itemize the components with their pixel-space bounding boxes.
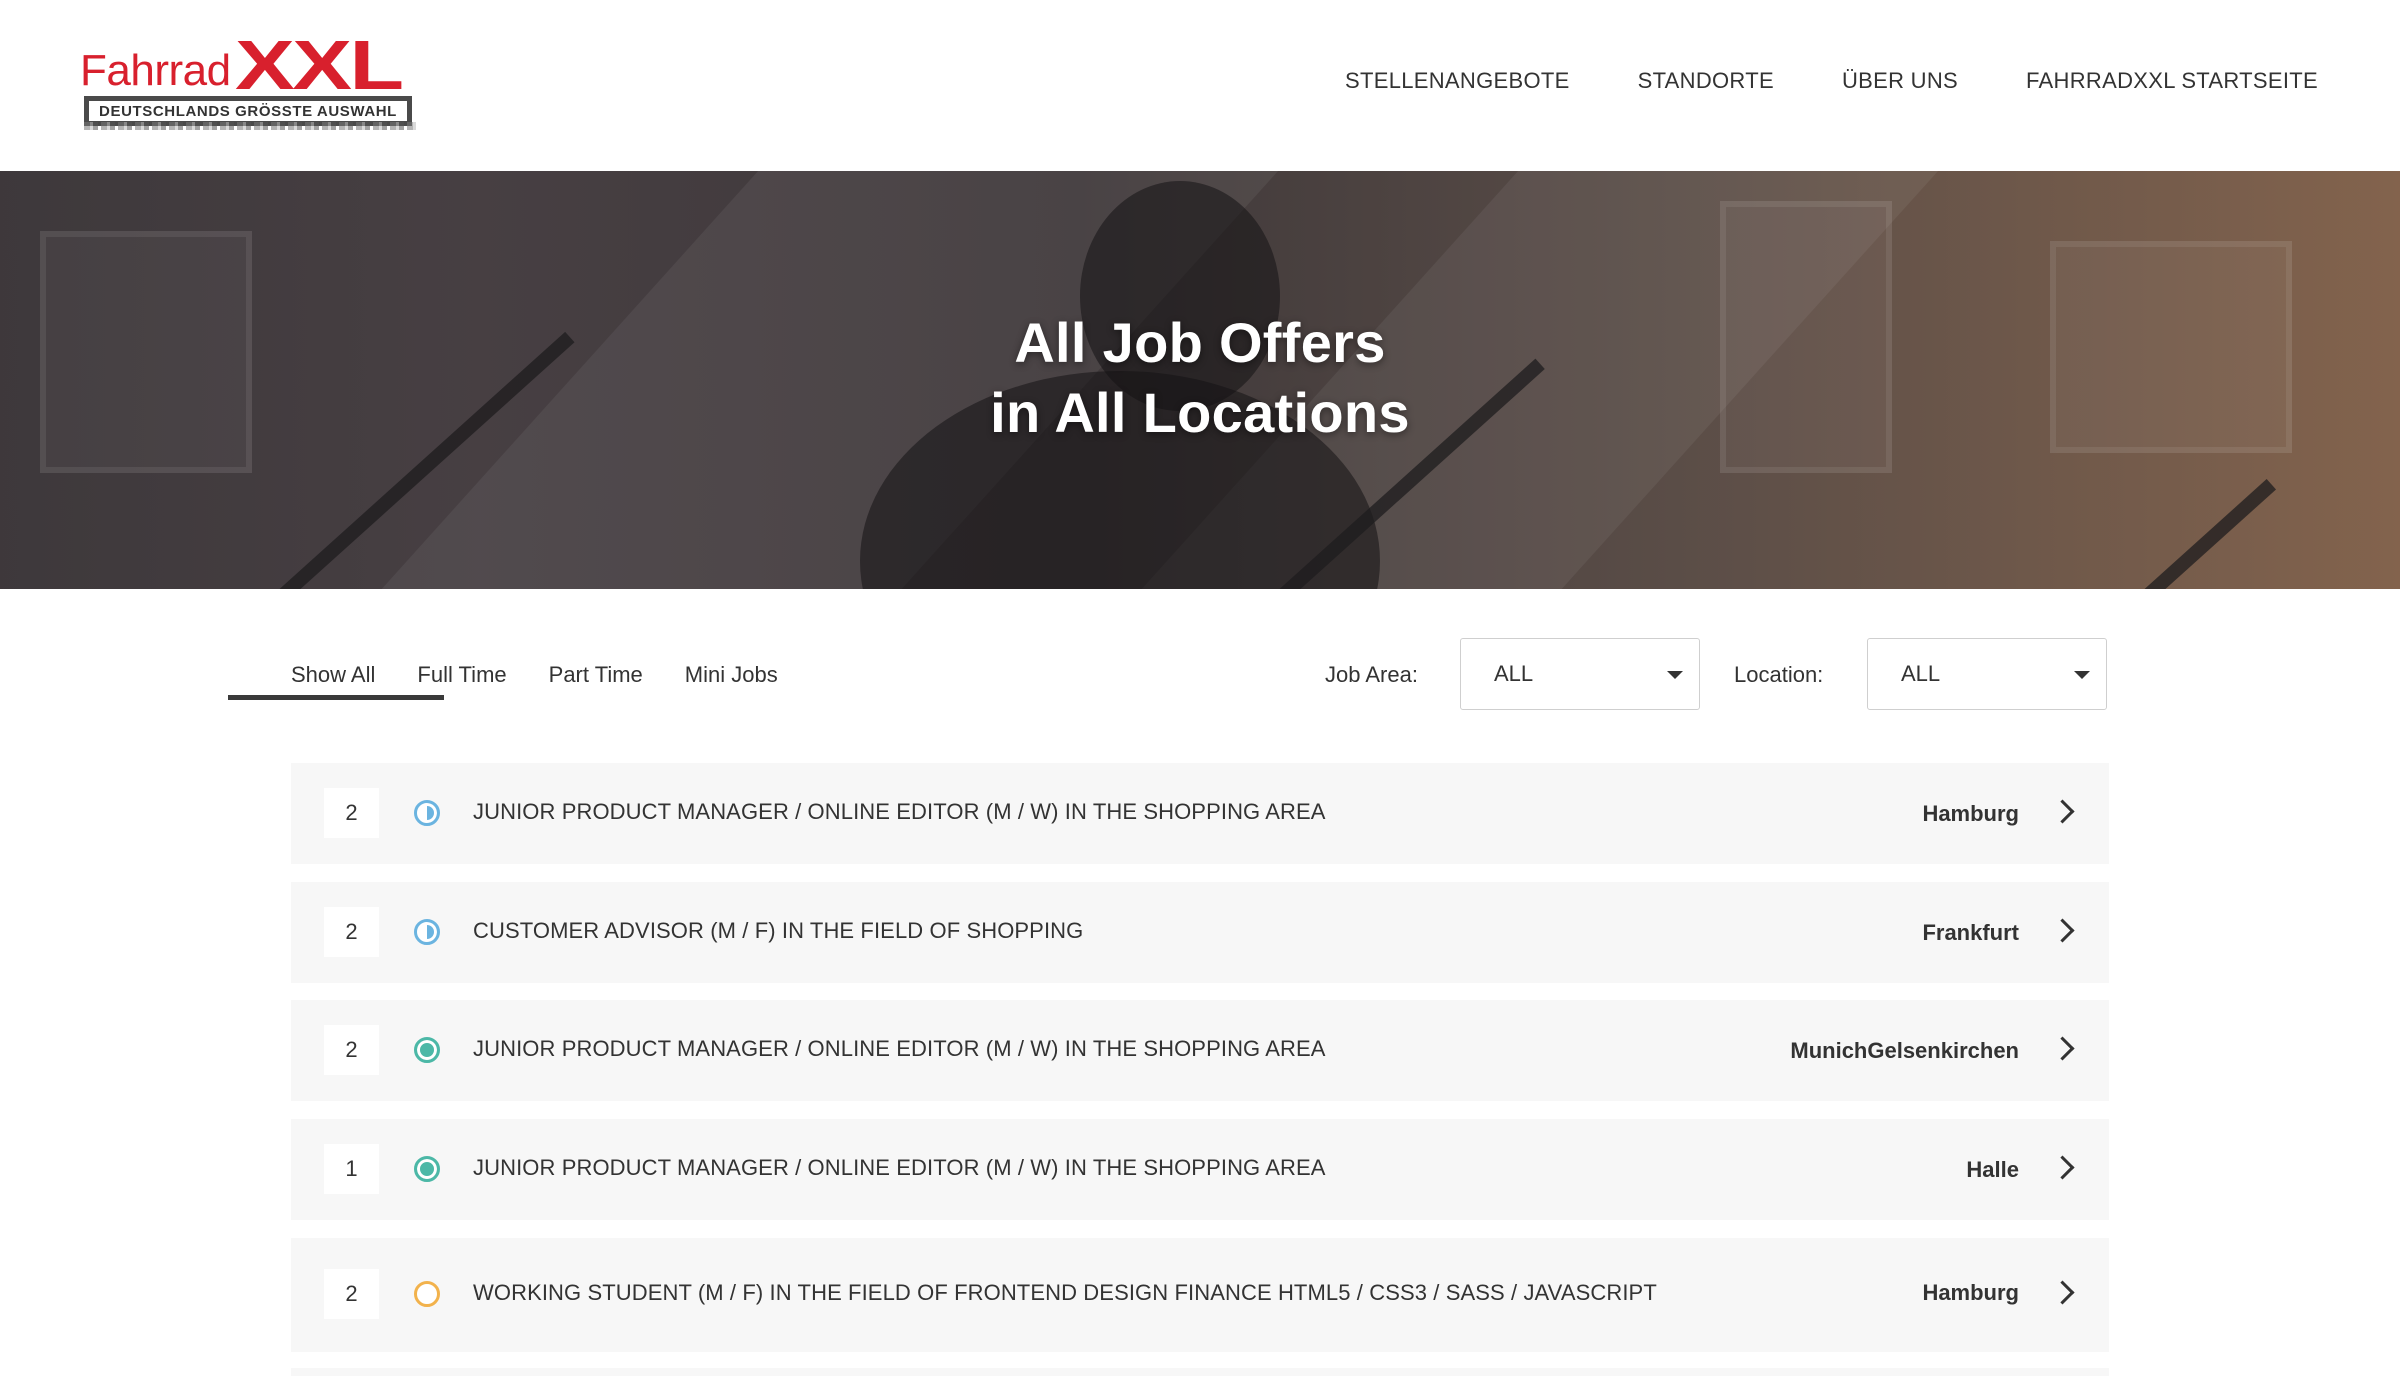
job-location: Frankfurt — [1922, 920, 2019, 945]
job-title: WORKING STUDENT (M / F) IN THE FIELD OF … — [473, 1280, 1657, 1305]
job-openings-count: 2 — [324, 907, 379, 957]
main-nav: STELLENANGEBOTE STANDORTE ÜBER UNS FAHRR… — [1345, 68, 2318, 94]
hero-title: All Job Offers in All Locations — [0, 308, 2400, 448]
logo-wordmark: FahrradXXL — [80, 26, 404, 100]
job-list-item[interactable]: 2 WORKING STUDENT (M / F) IN THE FIELD O… — [291, 1238, 2109, 1352]
logo-mark: XXL — [234, 26, 404, 104]
job-openings-count: 1 — [324, 1144, 379, 1194]
active-tab-underline — [228, 695, 444, 700]
half-circle-icon — [414, 919, 440, 945]
job-openings-count: 2 — [324, 1269, 379, 1319]
nav-item-standorte[interactable]: STANDORTE — [1638, 68, 1774, 94]
chevron-right-icon — [2050, 799, 2075, 824]
job-area-label: Job Area: — [1325, 662, 1418, 687]
job-title: CUSTOMER ADVISOR (M / F) IN THE FIELD OF… — [473, 918, 1084, 943]
job-list-item[interactable]: 1 JUNIOR PRODUCT MANAGER / ONLINE EDITOR… — [291, 1119, 2109, 1220]
job-title: JUNIOR PRODUCT MANAGER / ONLINE EDITOR (… — [473, 1155, 1326, 1180]
caret-down-icon — [2074, 671, 2090, 679]
tab-part-time[interactable]: Part Time — [549, 656, 643, 702]
chevron-right-icon — [2050, 1036, 2075, 1061]
job-list-item[interactable]: 2 CUSTOMER ADVISOR (M / F) IN THE FIELD … — [291, 882, 2109, 983]
chevron-right-icon — [2050, 1280, 2075, 1305]
job-title: JUNIOR PRODUCT MANAGER / ONLINE EDITOR (… — [473, 1036, 1326, 1061]
job-openings-count: 2 — [324, 1025, 379, 1075]
nav-item-fahrradxxl-startseite[interactable]: FAHRRADXXL STARTSEITE — [2026, 68, 2318, 94]
chevron-right-icon — [2050, 918, 2075, 943]
job-area-select-value: ALL — [1494, 661, 1534, 686]
nav-item-stellenangebote[interactable]: STELLENANGEBOTE — [1345, 68, 1570, 94]
hero-title-line1: All Job Offers — [1014, 311, 1386, 374]
full-circle-icon — [414, 1037, 440, 1063]
tab-mini-jobs[interactable]: Mini Jobs — [685, 656, 778, 702]
hero-banner: All Job Offers in All Locations — [0, 171, 2400, 589]
nav-item-ueber-uns[interactable]: ÜBER UNS — [1842, 68, 1958, 94]
job-area-select[interactable]: ALL — [1460, 638, 1700, 710]
empty-circle-icon — [414, 1281, 440, 1307]
location-label: Location: — [1734, 662, 1824, 687]
logo-word: Fahrrad — [80, 46, 231, 95]
job-list-item[interactable]: 2 JUNIOR PRODUCT MANAGER / ONLINE EDITOR… — [291, 1000, 2109, 1101]
job-location: Halle — [1966, 1157, 2019, 1182]
fahrradxxl-logo[interactable]: FahrradXXL DEUTSCHLANDS GRÖSSTE AUSWAHL — [80, 26, 420, 138]
site-header: FahrradXXL DEUTSCHLANDS GRÖSSTE AUSWAHL … — [0, 0, 2400, 171]
job-location: Hamburg — [1922, 1280, 2019, 1305]
half-circle-icon — [414, 800, 440, 826]
location-select[interactable]: ALL — [1867, 638, 2107, 710]
hero-diagonal-stripe — [2140, 479, 2277, 589]
job-list-item[interactable]: 2 JUNIOR PRODUCT MANAGER / ONLINE EDITOR… — [291, 763, 2109, 864]
job-location: MunichGelsenkirchen — [1790, 1038, 2019, 1063]
chevron-right-icon — [2050, 1155, 2075, 1180]
location-select-value: ALL — [1901, 661, 1941, 686]
caret-down-icon — [1667, 671, 1683, 679]
job-list-item[interactable] — [291, 1368, 2109, 1376]
job-title: JUNIOR PRODUCT MANAGER / ONLINE EDITOR (… — [473, 799, 1326, 824]
job-openings-count: 2 — [324, 788, 379, 838]
hero-title-line2: in All Locations — [990, 381, 1410, 444]
job-location: Hamburg — [1922, 801, 2019, 826]
full-circle-icon — [414, 1156, 440, 1182]
logo-tagline-texture — [84, 122, 416, 130]
